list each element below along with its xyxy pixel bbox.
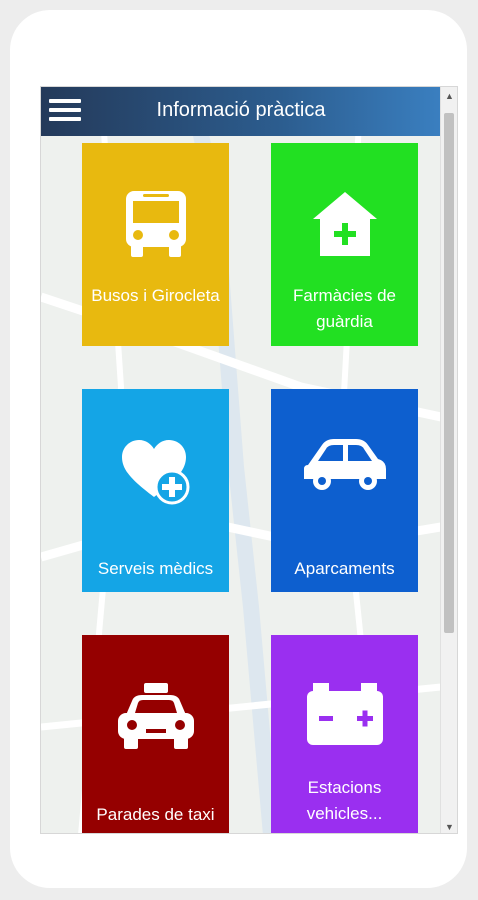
scroll-down-arrow-icon[interactable]: ▼ [441, 818, 457, 833]
tile-serveis-medics[interactable]: Serveis mèdics [82, 389, 229, 592]
heart-plus-icon [82, 435, 229, 515]
tile-label: Serveis mèdics [97, 559, 214, 578]
scroll-up-arrow-icon[interactable]: ▲ [441, 87, 457, 104]
tile-aparcaments[interactable]: Aparcaments [271, 389, 418, 592]
taxi-icon [82, 681, 229, 761]
pharmacy-house-icon [271, 189, 418, 269]
tile-label: Parades de taxi [96, 805, 215, 824]
tile-busos-girocleta[interactable]: Busos i Girocleta [82, 143, 229, 346]
tile-label: Farmàcies de guàrdia [293, 286, 396, 331]
tile-label: Busos i Girocleta [91, 286, 220, 305]
battery-icon [271, 681, 418, 761]
page-title: Informació pràctica [156, 99, 326, 121]
app-screen: Informació pràctica Busos i Girocleta Fa… [40, 86, 458, 834]
tile-label: Estacions vehicles... [306, 778, 383, 823]
tile-parades-taxi[interactable]: Parades de taxi [82, 635, 229, 833]
phone-frame: Informació pràctica Busos i Girocleta Fa… [10, 10, 467, 888]
bus-icon [82, 189, 229, 269]
car-icon [271, 435, 418, 515]
tile-farmacies-guardia[interactable]: Farmàcies de guàrdia [271, 143, 418, 346]
tile-label: Aparcaments [294, 559, 395, 578]
vertical-scrollbar[interactable]: ▲ ▼ [440, 87, 457, 833]
tile-estacions-vehicles[interactable]: Estacions vehicles... [271, 635, 418, 833]
top-bar: Informació pràctica [41, 87, 441, 136]
scrollbar-thumb[interactable] [444, 113, 454, 633]
